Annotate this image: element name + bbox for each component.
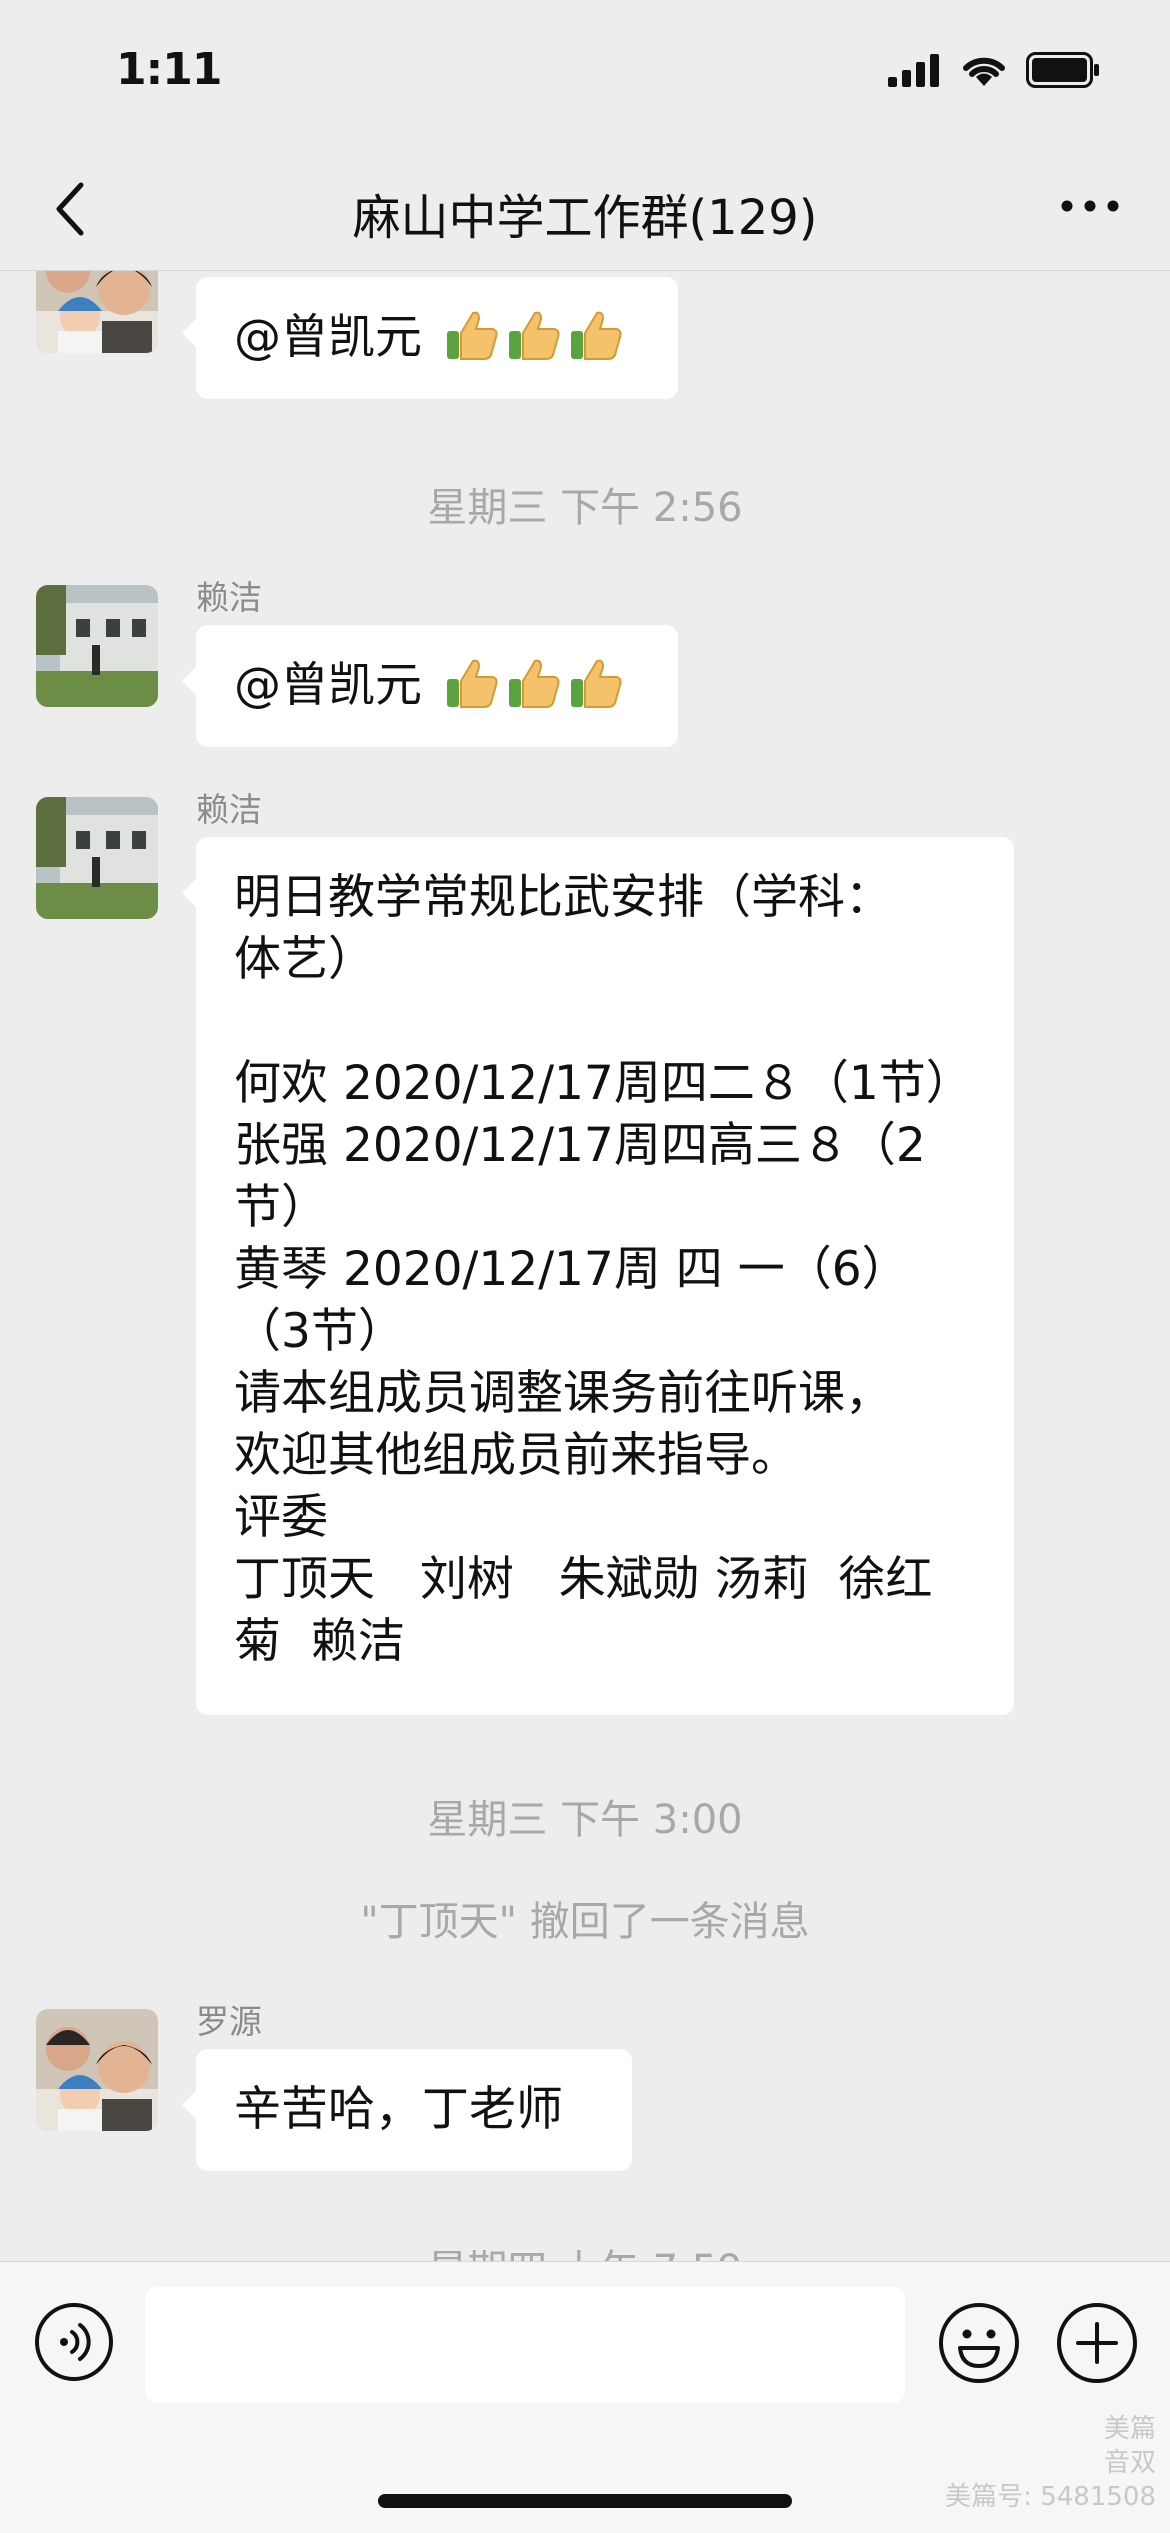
more-icon <box>1061 200 1119 212</box>
message-bubble[interactable]: @曾凯元 <box>182 625 678 747</box>
message-bubble[interactable]: 辛苦哈，丁老师 <box>182 2049 632 2171</box>
chat-title: 麻山中学工作群(129) <box>352 190 818 246</box>
more-functions-button[interactable] <box>1056 2302 1138 2384</box>
watermark: 美篇 音双 美篇号: 5481508 <box>945 2412 1156 2514</box>
timestamp: 星期三 下午 2:56 <box>427 485 743 531</box>
thumbs-up-emoji-icon <box>508 311 560 360</box>
message-text: @曾凯元 <box>234 310 437 365</box>
avatar-family-photo <box>36 271 158 353</box>
status-time: 1:11 <box>116 44 222 95</box>
voice-icon <box>35 2303 113 2381</box>
battery-icon <box>1026 52 1099 88</box>
sender-name: 罗源 <box>196 2002 262 2041</box>
watermark-subtext: 音双 <box>1103 2448 1156 2478</box>
watermark-id: 美篇号: 5481508 <box>945 2482 1156 2512</box>
status-bar: 1:11 <box>0 0 1170 150</box>
avatar-building-photo <box>36 585 158 707</box>
timestamp: 星期四 上午 7:59 <box>0 2237 1170 2261</box>
home-indicator <box>378 2494 792 2508</box>
wifi-icon <box>963 57 1005 86</box>
avatar-building-photo <box>36 797 158 919</box>
thumbs-up-emoji-icon <box>446 311 498 360</box>
recall-notice: "丁顶天" 撤回了一条消息 <box>360 1899 810 1945</box>
message-input[interactable] <box>145 2287 905 2403</box>
message-text: 辛苦哈，丁老师 <box>234 2082 563 2137</box>
emoji-button[interactable] <box>938 2302 1020 2384</box>
avatar[interactable] <box>36 2009 158 2131</box>
more-button[interactable] <box>1050 176 1130 236</box>
sender-name: 赖洁 <box>196 790 262 829</box>
timestamp: 星期三 下午 3:00 <box>427 1797 743 1843</box>
thumbs-up-emoji-icon <box>570 311 622 360</box>
message-bubble[interactable]: @曾凯元 <box>182 277 678 399</box>
smiley-icon <box>939 2303 1019 2383</box>
thumbs-up-emoji-icon <box>570 659 622 708</box>
voice-button[interactable] <box>34 2302 114 2382</box>
avatar[interactable] <box>36 271 158 353</box>
status-icons <box>888 52 1100 88</box>
watermark-logo-text: 美篇 <box>1103 2414 1156 2444</box>
message-bubble[interactable]: 明日教学常规比武安排（学科： 体艺） 何欢 2020/12/17周四二８（1节）… <box>182 837 1014 1715</box>
thumbs-up-emoji-icon <box>508 659 560 708</box>
avatar[interactable] <box>36 797 158 919</box>
nav-bar: 麻山中学工作群(129) <box>0 150 1170 271</box>
chat-area[interactable]: @曾凯元 星期三 下午 2:56 赖洁 @曾凯元 赖洁 明日教学常规比武安排（学… <box>0 271 1170 2261</box>
signal-icon <box>888 54 939 87</box>
avatar[interactable] <box>36 585 158 707</box>
sender-name: 赖洁 <box>196 578 262 617</box>
plus-circle-icon <box>1057 2303 1137 2383</box>
message-text: @曾凯元 <box>234 658 437 713</box>
avatar-family-photo <box>36 2009 158 2131</box>
message-text: 明日教学常规比武安排（学科： 体艺） 何欢 2020/12/17周四二８（1节）… <box>234 870 973 1669</box>
thumbs-up-emoji-icon <box>446 659 498 708</box>
